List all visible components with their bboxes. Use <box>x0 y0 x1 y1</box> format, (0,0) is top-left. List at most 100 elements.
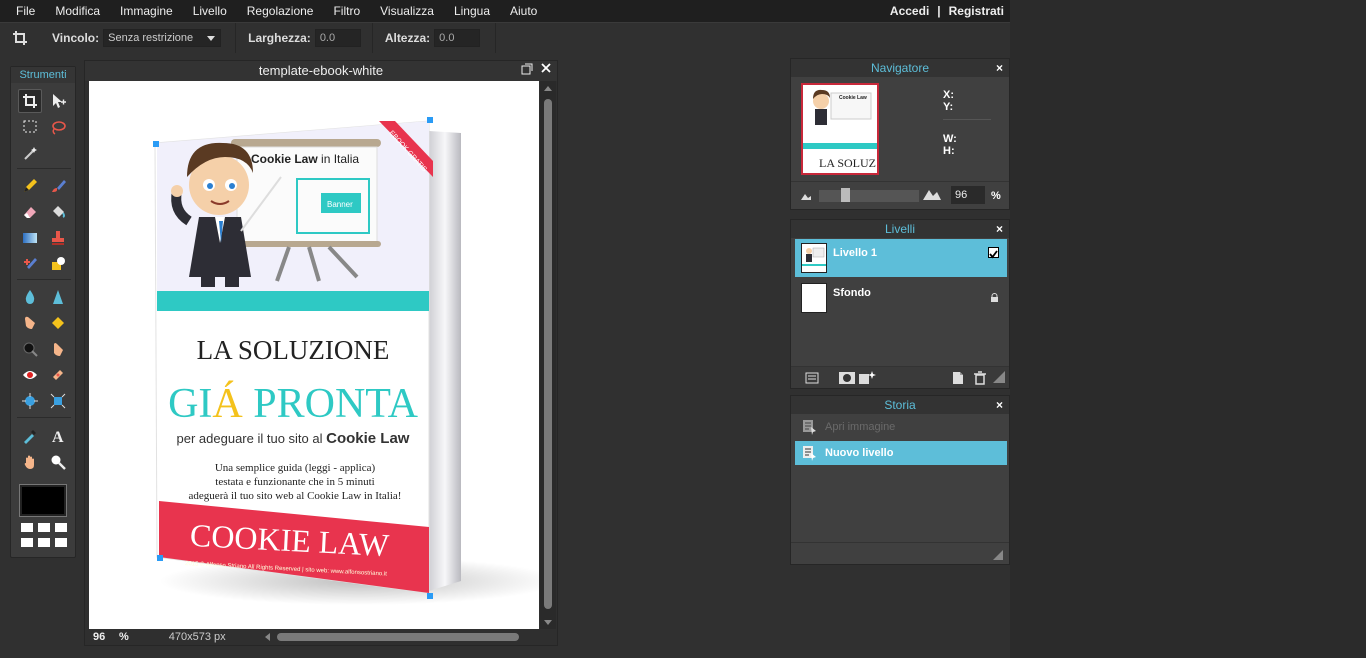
crop-tool[interactable] <box>18 89 42 113</box>
swatch[interactable] <box>55 523 67 532</box>
menu-file[interactable]: File <box>0 0 45 22</box>
history-item-open[interactable]: Apri immagine <box>795 415 1007 439</box>
menu-modifica[interactable]: Modifica <box>45 0 110 22</box>
constraint-select[interactable]: Senza restrizione <box>103 28 222 47</box>
menu-aiuto[interactable]: Aiuto <box>500 0 547 22</box>
resize-grip-icon[interactable] <box>993 371 1007 385</box>
layer-settings-icon[interactable] <box>805 371 819 385</box>
type-tool[interactable]: A <box>46 424 70 448</box>
scroll-thumb[interactable] <box>544 99 552 609</box>
magic-wand-tool[interactable] <box>18 141 42 165</box>
trash-icon[interactable] <box>973 371 987 385</box>
transform-handle[interactable] <box>157 555 163 561</box>
marquee-icon <box>23 120 37 133</box>
history-header: Storia × <box>791 396 1009 414</box>
transform-handle[interactable] <box>427 117 433 123</box>
burn-tool[interactable] <box>18 337 42 361</box>
resize-grip-icon[interactable] <box>993 549 1003 563</box>
swatch[interactable] <box>38 523 50 532</box>
smudge-tool[interactable] <box>18 311 42 335</box>
layer-row-sfondo[interactable]: Sfondo <box>795 279 1007 317</box>
pinch-tool[interactable] <box>46 389 70 413</box>
layer-row-livello-1[interactable]: Livello 1 <box>795 239 1007 277</box>
eraser-tool[interactable] <box>18 200 42 224</box>
horizontal-scrollbar[interactable] <box>265 632 525 642</box>
zoom-tool[interactable] <box>46 450 70 474</box>
lasso-tool[interactable] <box>46 115 70 139</box>
scroll-left-icon[interactable] <box>265 633 270 641</box>
history-item-new-layer[interactable]: Nuovo livello <box>795 441 1007 465</box>
layer-styles-icon[interactable] <box>859 371 876 385</box>
maximize-icon[interactable] <box>521 63 533 78</box>
login-link[interactable]: Accedi <box>890 0 929 22</box>
swatch[interactable] <box>55 538 67 547</box>
navigator-zoom-input[interactable]: 96 <box>951 186 985 204</box>
h-label: H: <box>943 145 955 157</box>
zoom-in-icon[interactable] <box>923 188 941 200</box>
sponge-tool[interactable] <box>46 311 70 335</box>
menu-livello[interactable]: Livello <box>183 0 237 22</box>
color-picker-tool[interactable] <box>18 424 42 448</box>
zoom-slider-handle[interactable] <box>841 188 850 202</box>
clone-stamp-tool[interactable] <box>46 226 70 250</box>
bucket-tool[interactable] <box>46 200 70 224</box>
height-input[interactable]: 0.0 <box>434 28 481 47</box>
swatch[interactable] <box>21 523 33 532</box>
bloat-tool[interactable] <box>18 389 42 413</box>
divider <box>17 168 71 169</box>
register-link[interactable]: Registrati <box>949 0 1004 22</box>
scroll-thumb[interactable] <box>277 633 519 641</box>
blur-tool[interactable] <box>18 285 42 309</box>
menu-visualizza[interactable]: Visualizza <box>370 0 444 22</box>
drawing-tool[interactable] <box>46 252 70 276</box>
history-step-icon <box>803 445 817 461</box>
image-canvas[interactable]: Cookie Law in Italia Banner EBOOK GRATIS… <box>89 81 539 629</box>
close-icon[interactable] <box>540 62 552 77</box>
navigator-preview[interactable]: Cookie Law LA SOLUZ <box>801 83 879 175</box>
dodge-tool[interactable] <box>46 337 70 361</box>
scroll-down-icon[interactable] <box>544 620 552 625</box>
check-icon <box>989 250 998 259</box>
menu-lingua[interactable]: Lingua <box>444 0 500 22</box>
scroll-up-icon[interactable] <box>544 86 552 91</box>
burn-icon <box>23 342 38 357</box>
close-icon[interactable]: × <box>996 220 1003 238</box>
red-eye-tool[interactable] <box>18 363 42 387</box>
tool-group-select <box>16 88 72 166</box>
close-icon[interactable]: × <box>996 59 1003 77</box>
layer-visibility-checkbox[interactable] <box>988 247 999 259</box>
color-replace-tool[interactable] <box>18 252 42 276</box>
pencil-icon <box>24 179 37 192</box>
zoom-out-icon[interactable] <box>801 192 811 200</box>
transform-handle[interactable] <box>153 141 159 147</box>
menu-immagine[interactable]: Immagine <box>110 0 183 22</box>
navigator-zoom-bar: 96 % <box>791 181 1009 207</box>
navigator-zoom-unit: % <box>991 190 1001 202</box>
close-icon[interactable]: × <box>996 396 1003 414</box>
menu-regolazione[interactable]: Regolazione <box>237 0 324 22</box>
swatch[interactable] <box>21 538 33 547</box>
drop-icon <box>25 290 35 304</box>
vertical-scrollbar[interactable] <box>540 81 556 629</box>
new-layer-icon[interactable] <box>951 371 965 385</box>
zoom-input[interactable]: 96 <box>85 631 111 643</box>
swatch[interactable] <box>38 538 50 547</box>
text-icon: A <box>52 429 64 444</box>
foreground-color-swatch[interactable] <box>19 484 67 517</box>
sharpen-tool[interactable] <box>46 285 70 309</box>
layer-mask-icon[interactable] <box>839 371 855 385</box>
gradient-tool[interactable] <box>18 226 42 250</box>
zoom-slider[interactable] <box>819 190 919 202</box>
transform-handle[interactable] <box>427 593 433 599</box>
color-replace-icon <box>24 258 37 269</box>
menu-filtro[interactable]: Filtro <box>323 0 370 22</box>
width-input[interactable]: 0.0 <box>314 28 361 47</box>
brush-tool[interactable] <box>46 174 70 198</box>
marquee-tool[interactable] <box>18 115 42 139</box>
pencil-tool[interactable] <box>18 174 42 198</box>
hand-tool[interactable] <box>18 450 42 474</box>
spot-heal-tool[interactable] <box>46 363 70 387</box>
svg-text:Cookie Law in Italia: Cookie Law in Italia <box>251 152 359 166</box>
move-tool[interactable] <box>46 89 70 113</box>
history-item-label: Apri immagine <box>825 421 896 433</box>
